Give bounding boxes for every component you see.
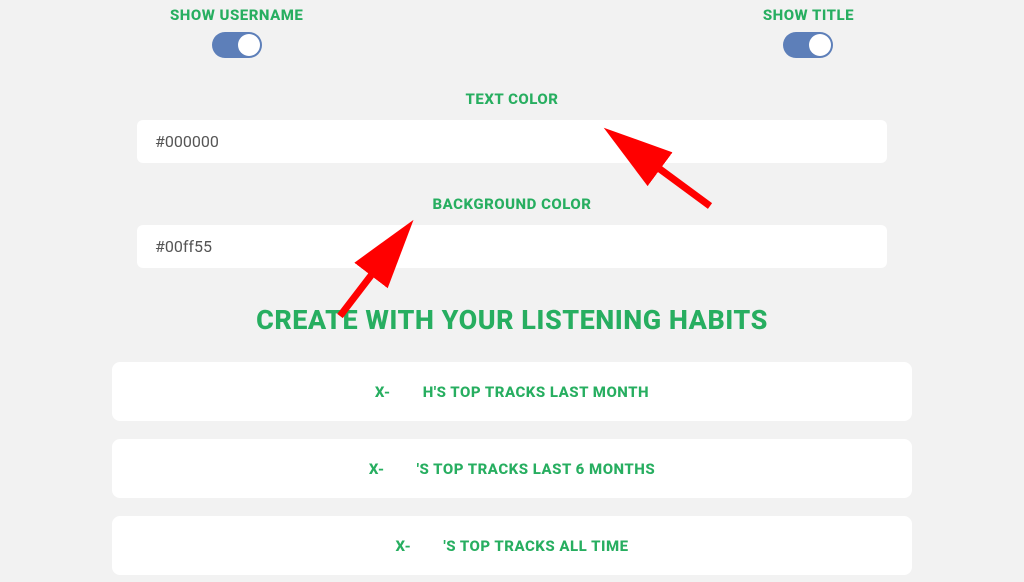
- toggle-knob: [809, 34, 831, 56]
- show-title-toggle[interactable]: [783, 32, 833, 58]
- text-color-input[interactable]: [137, 120, 887, 163]
- option-rest: 'S TOP TRACKS ALL TIME: [443, 537, 628, 555]
- toggles-row: SHOW USERNAME SHOW TITLE: [100, 6, 924, 58]
- option-rest: H'S TOP TRACKS LAST MONTH: [423, 383, 649, 401]
- option-rest: 'S TOP TRACKS LAST 6 MONTHS: [417, 460, 655, 478]
- option-top-tracks-6months[interactable]: X- 'S TOP TRACKS LAST 6 MONTHS: [112, 439, 912, 498]
- show-title-label: SHOW TITLE: [763, 6, 854, 24]
- show-username-toggle[interactable]: [212, 32, 262, 58]
- create-heading: CREATE WITH YOUR LISTENING HABITS: [100, 304, 924, 336]
- show-username-label: SHOW USERNAME: [170, 6, 303, 24]
- option-prefix: X-: [395, 537, 411, 555]
- option-prefix: X-: [375, 383, 391, 401]
- option-prefix: X-: [369, 460, 385, 478]
- toggle-knob: [238, 34, 260, 56]
- option-top-tracks-alltime[interactable]: X- 'S TOP TRACKS ALL TIME: [112, 516, 912, 575]
- background-color-label: BACKGROUND COLOR: [100, 195, 924, 213]
- show-title-group: SHOW TITLE: [763, 6, 854, 58]
- show-username-group: SHOW USERNAME: [170, 6, 303, 58]
- option-top-tracks-month[interactable]: X- H'S TOP TRACKS LAST MONTH: [112, 362, 912, 421]
- background-color-input[interactable]: [137, 225, 887, 268]
- text-color-label: TEXT COLOR: [100, 90, 924, 108]
